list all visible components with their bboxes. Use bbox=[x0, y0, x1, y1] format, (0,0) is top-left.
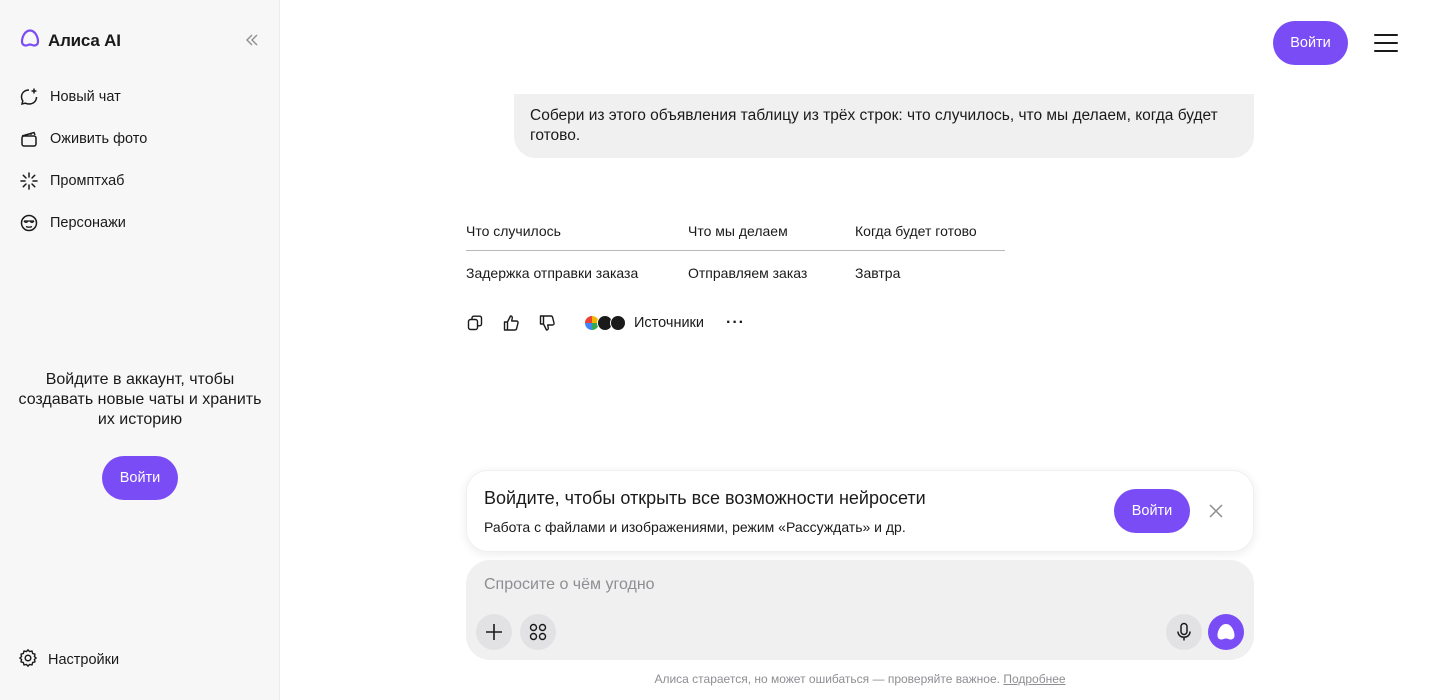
hamburger-menu-icon[interactable] bbox=[1372, 30, 1400, 56]
disclaimer: Алиса старается, но может ошибаться — пр… bbox=[0, 672, 1440, 686]
table-header-cell: Что мы делаем bbox=[688, 212, 855, 251]
sidebar-login-button[interactable]: Войти bbox=[102, 456, 178, 500]
sidebar: Алиса AI Новый чат Оживить фото Промптха… bbox=[0, 0, 280, 700]
table-row: Задержка отправки заказа Отправляем зака… bbox=[466, 250, 1005, 296]
more-options-icon[interactable]: ··· bbox=[726, 314, 745, 332]
characters-icon bbox=[18, 212, 40, 234]
settings-label: Настройки bbox=[48, 652, 120, 668]
learn-more-link[interactable]: Подробнее bbox=[1003, 672, 1065, 686]
close-icon[interactable] bbox=[1206, 501, 1226, 521]
collapse-sidebar-button[interactable] bbox=[240, 30, 264, 50]
sidebar-item-label: Новый чат bbox=[50, 89, 121, 105]
sidebar-item-label: Персонажи bbox=[50, 215, 126, 231]
plus-icon bbox=[486, 624, 502, 640]
alice-logo-icon bbox=[20, 28, 40, 53]
sidebar-item-characters[interactable]: Персонажи bbox=[18, 202, 268, 244]
login-banner: Войдите, чтобы открыть все возможности н… bbox=[466, 470, 1254, 552]
alice-send-button[interactable] bbox=[1208, 614, 1244, 650]
sidebar-item-prompthub[interactable]: Промптхаб bbox=[18, 160, 268, 202]
chat-input[interactable] bbox=[484, 576, 1184, 594]
answer-table: Что случилось Что мы делаем Когда будет … bbox=[466, 212, 1005, 296]
thumbs-down-icon[interactable] bbox=[536, 312, 558, 334]
banner-subtitle: Работа с файлами и изображениями, режим … bbox=[484, 519, 906, 535]
microphone-icon bbox=[1177, 622, 1191, 641]
table-cell: Задержка отправки заказа bbox=[466, 265, 639, 282]
answer-actions: Источники ··· bbox=[464, 311, 745, 335]
login-promo: Войдите в аккаунт, чтобы создавать новые… bbox=[0, 370, 280, 500]
copy-icon[interactable] bbox=[464, 312, 486, 334]
animate-photo-icon bbox=[18, 128, 40, 150]
table-header-row: Что случилось Что мы делаем Когда будет … bbox=[466, 212, 1005, 251]
composer bbox=[466, 560, 1254, 660]
brand-name: Алиса AI bbox=[48, 30, 121, 50]
sidebar-nav: Новый чат Оживить фото Промптхаб Персона… bbox=[18, 76, 268, 244]
attach-button[interactable] bbox=[476, 614, 512, 650]
header-login-button[interactable]: Войти bbox=[1273, 21, 1348, 65]
sparkle-icon bbox=[18, 170, 40, 192]
user-message-bubble: Собери из этого объявления таблицу из тр… bbox=[514, 94, 1254, 158]
source-favicon-icon bbox=[610, 315, 626, 331]
sidebar-item-new-chat[interactable]: Новый чат bbox=[18, 76, 268, 118]
login-promo-text: Войдите в аккаунт, чтобы создавать новые… bbox=[18, 371, 262, 428]
table-header-cell: Когда будет готово bbox=[855, 212, 1005, 251]
alice-logo-icon bbox=[1217, 624, 1235, 640]
table-cell: Отправляем заказ bbox=[688, 265, 808, 282]
table-cell: Завтра bbox=[855, 265, 901, 282]
sources-button[interactable]: Источники bbox=[584, 315, 704, 331]
table-header-cell: Что случилось bbox=[466, 212, 688, 251]
gear-icon bbox=[18, 648, 38, 672]
apps-button[interactable] bbox=[520, 614, 556, 650]
source-favicons bbox=[584, 315, 626, 331]
sources-label: Источники bbox=[634, 315, 705, 331]
sidebar-item-label: Оживить фото bbox=[50, 131, 148, 147]
double-chevron-left-icon bbox=[246, 34, 258, 46]
grid-icon bbox=[529, 623, 547, 641]
brand-logo[interactable]: Алиса AI bbox=[20, 28, 121, 53]
banner-login-button[interactable]: Войти bbox=[1114, 489, 1190, 533]
sidebar-item-animate-photo[interactable]: Оживить фото bbox=[18, 118, 268, 160]
disclaimer-text: Алиса старается, но может ошибаться — пр… bbox=[654, 672, 1000, 686]
sidebar-item-label: Промптхаб bbox=[50, 173, 125, 189]
new-chat-icon bbox=[18, 86, 40, 108]
thumbs-up-icon[interactable] bbox=[500, 312, 522, 334]
banner-title: Войдите, чтобы открыть все возможности н… bbox=[484, 488, 926, 508]
microphone-button[interactable] bbox=[1166, 614, 1202, 650]
